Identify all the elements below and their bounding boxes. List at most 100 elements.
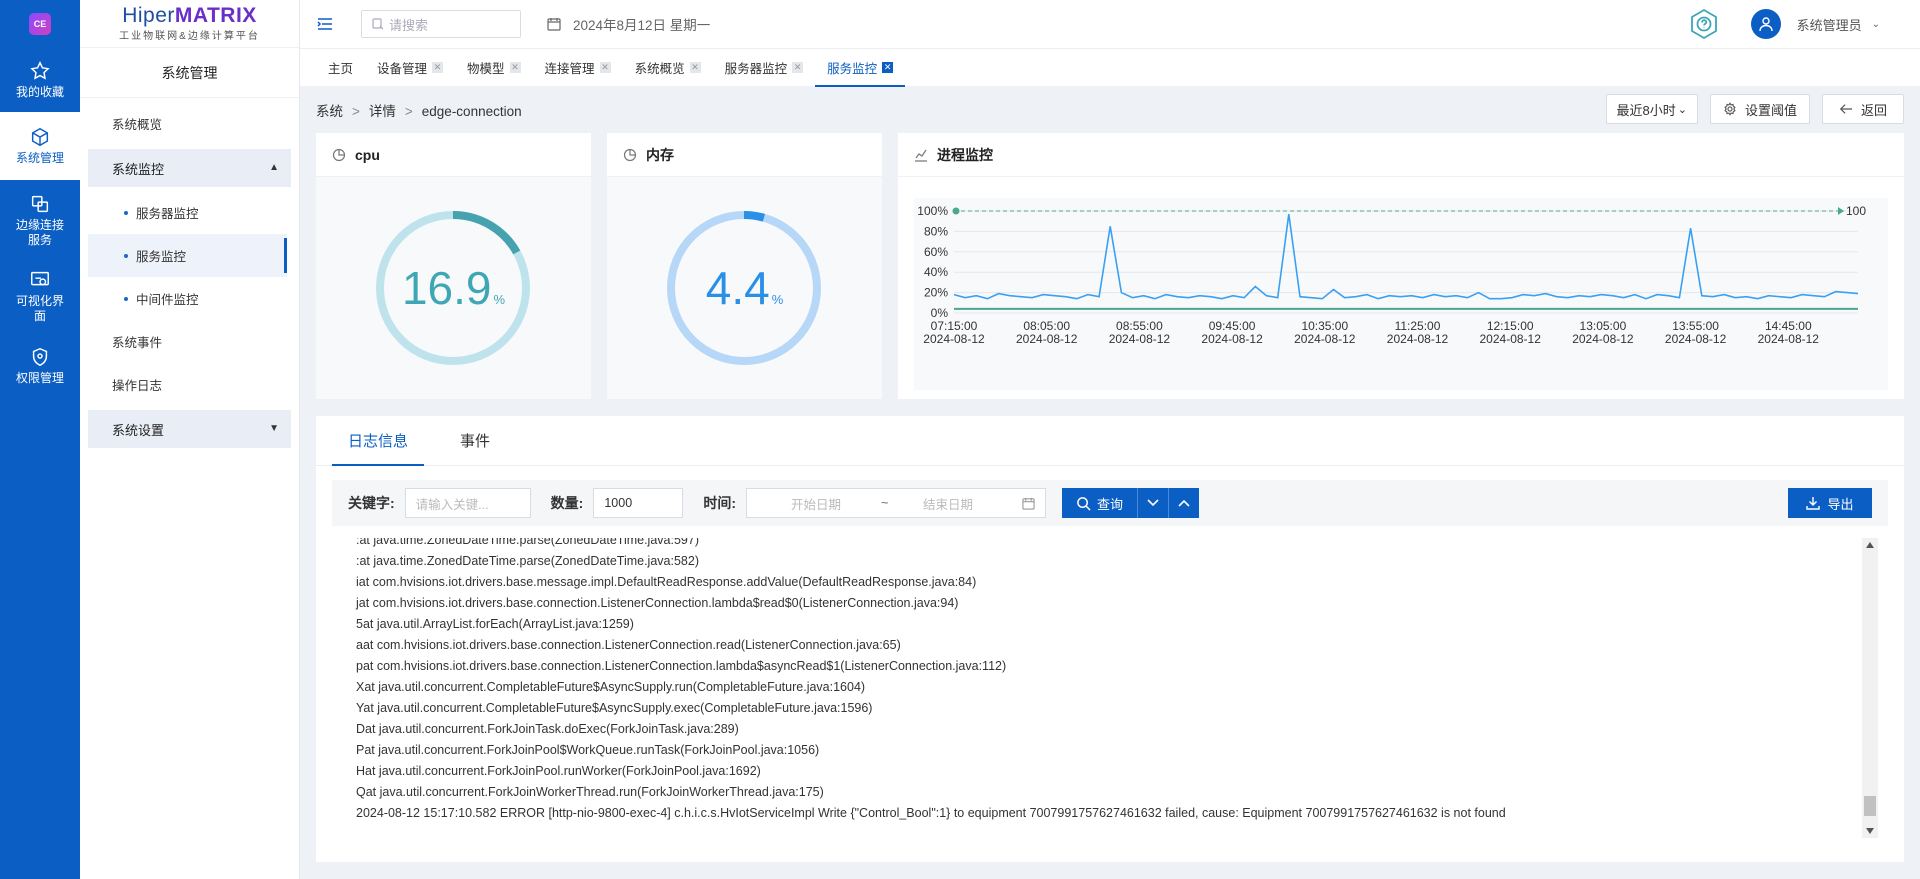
avatar	[1750, 9, 1781, 39]
count-value: 1000	[604, 496, 633, 510]
query-button-group: 查询	[1062, 488, 1200, 518]
cpu-title: cpu	[355, 146, 380, 163]
time-range-value: 最近8小时	[1616, 102, 1676, 118]
set-threshold-button[interactable]: 设置阈值	[1709, 94, 1810, 124]
scroll-thumb[interactable]	[1864, 796, 1876, 816]
cpu-value-number: 16.9	[401, 262, 492, 314]
brand-subtitle: 工业物联网&边缘计算平台	[119, 31, 260, 42]
x-tick-time: 11:25:00	[1395, 319, 1441, 333]
help-icon[interactable]	[1688, 8, 1720, 40]
close-icon[interactable]: ✕	[599, 62, 611, 73]
subnav-group-system-monitor[interactable]: 系统监控 ▲	[88, 149, 291, 187]
collapse-up-button[interactable]	[1168, 488, 1199, 518]
log-scrollbar[interactable]	[1862, 538, 1878, 838]
subnav-item-server-monitor[interactable]: 服务器监控	[80, 191, 299, 234]
log-line: :at java.time.ZonedDateTime.parse(ZonedD…	[356, 554, 699, 568]
log-line: Yat java.util.concurrent.CompletableFutu…	[356, 701, 873, 715]
export-button[interactable]: 导出	[1788, 488, 1872, 518]
subnav-item-operation-log[interactable]: 操作日志	[80, 363, 299, 406]
log-output[interactable]: :at java.time.ZonedDateTime.parse(ZonedD…	[332, 538, 1888, 848]
rail-item-edge-connection[interactable]: 边缘连接服务	[0, 180, 80, 260]
rail-item-system-management[interactable]: 系统管理	[0, 112, 80, 180]
tab-service-monitor[interactable]: 服务监控 ✕	[815, 49, 906, 87]
keyword-input[interactable]: 请输入关键...	[404, 488, 531, 518]
tab-device-management[interactable]: 设备管理 ✕	[365, 49, 455, 87]
x-tick-time: 10:35:00	[1301, 319, 1348, 333]
tab-connection-management[interactable]: 连接管理 ✕	[533, 49, 623, 87]
close-icon[interactable]: ✕	[882, 62, 894, 73]
menu-toggle-icon[interactable]	[317, 17, 333, 31]
cpu-value: 16.9%	[316, 263, 591, 325]
subnav-group-system-settings[interactable]: 系统设置 ▼	[88, 410, 291, 448]
user-menu[interactable]: 系统管理员 ⌄	[1750, 9, 1880, 39]
scroll-up-icon[interactable]	[1866, 542, 1874, 548]
subnav-label: 系统监控	[112, 161, 165, 177]
breadcrumb-item[interactable]: 详情	[369, 104, 396, 119]
date-text: 2024年8月12日 星期一	[573, 18, 711, 33]
subnav-label: 操作日志	[112, 379, 163, 393]
rail-label: 我的收藏	[15, 85, 64, 99]
rail-item-visualization[interactable]: 可视化界面	[0, 260, 80, 332]
subnav-item-system-events[interactable]: 系统事件	[80, 320, 299, 363]
action-buttons: 最近8小时 ⌄ 设置阈值 返回	[1594, 94, 1904, 124]
log-line: Xat java.util.concurrent.CompletableFutu…	[356, 680, 866, 694]
subnav-label: 服务监控	[136, 250, 187, 264]
cpu-gauge: 16.9%	[316, 177, 591, 399]
log-line: 5at java.util.ArrayList.forEach(ArrayLis…	[356, 617, 634, 631]
log-line: :at java.time.ZonedDateTime.parse(ZonedD…	[356, 538, 699, 547]
scroll-down-icon[interactable]	[1866, 828, 1874, 834]
count-input[interactable]: 1000	[593, 488, 684, 518]
subnav-label: 系统事件	[112, 336, 163, 350]
x-tick-date: 2024-08-12	[1480, 332, 1542, 346]
close-icon[interactable]: ✕	[689, 62, 701, 73]
date-range-picker[interactable]: 开始日期 ~ 结束日期	[746, 488, 1047, 518]
subnav-label: 中间件监控	[136, 293, 199, 307]
tab-system-overview[interactable]: 系统概览 ✕	[623, 49, 713, 87]
tab-thing-model[interactable]: 物模型 ✕	[455, 49, 533, 87]
tab-label: 服务器监控	[724, 62, 788, 76]
log-line: 2024-08-12 15:17:10.582 ERROR [http-nio-…	[356, 806, 1506, 820]
brand-name: HiperMATRIX	[122, 5, 257, 27]
search-icon	[372, 18, 384, 30]
subnav-title: 系统管理	[80, 48, 299, 98]
log-line: iat com.hvisions.iot.drivers.base.messag…	[356, 575, 977, 589]
breadcrumb-separator: >	[352, 104, 360, 119]
set-threshold-label: 设置阈值	[1744, 102, 1797, 118]
tab-label: 日志信息	[348, 432, 409, 450]
breadcrumb-item[interactable]: 系统	[316, 104, 343, 119]
y-tick-label: 60%	[924, 245, 948, 259]
search-icon	[1077, 496, 1091, 511]
query-button[interactable]: 查询	[1062, 488, 1137, 518]
subnav-label: 系统设置	[112, 422, 165, 438]
subnav-item-middleware-monitor[interactable]: 中间件监控	[80, 277, 299, 320]
y-tick-label: 20%	[924, 286, 948, 300]
rail-label: 边缘连接服务	[15, 217, 64, 247]
chevron-down-icon	[1147, 499, 1159, 507]
breadcrumb: 系统 > 详情 > edge-connection	[316, 100, 522, 120]
gear-icon	[1724, 102, 1736, 116]
rail-item-permissions[interactable]: 权限管理	[0, 332, 80, 400]
close-icon[interactable]: ✕	[792, 62, 804, 73]
subnav-item-system-overview[interactable]: 系统概览	[80, 102, 299, 145]
pie-chart-icon	[332, 148, 346, 161]
rail-item-favorites[interactable]: 我的收藏	[0, 48, 80, 112]
memory-value-number: 4.4	[705, 262, 770, 314]
subnav-item-service-monitor[interactable]: 服务监控	[88, 234, 287, 277]
tab-log-info[interactable]: 日志信息	[332, 415, 425, 466]
query-label: 查询	[1097, 496, 1124, 512]
time-range-select[interactable]: 最近8小时 ⌄	[1605, 94, 1698, 124]
close-icon[interactable]: ✕	[432, 62, 444, 73]
chevron-up-icon: ▲	[269, 162, 279, 173]
tab-events[interactable]: 事件	[444, 415, 506, 465]
back-button[interactable]: 返回	[1821, 94, 1904, 124]
time-label: 时间:	[703, 495, 737, 511]
cpu-card: cpu 16.9%	[316, 133, 591, 399]
icon-rail: CE 我的收藏 系统管理 边缘连接服务 可视化界面 权限管理	[0, 0, 80, 879]
tab-label: 物模型	[467, 62, 505, 76]
tab-home[interactable]: 主页	[316, 49, 365, 87]
log-line: Pat java.util.concurrent.ForkJoinPool$Wo…	[356, 743, 820, 757]
collapse-down-button[interactable]	[1137, 488, 1168, 518]
search-input[interactable]: 请搜索	[361, 10, 521, 38]
close-icon[interactable]: ✕	[509, 62, 521, 73]
tab-server-monitor[interactable]: 服务器监控 ✕	[713, 49, 816, 87]
